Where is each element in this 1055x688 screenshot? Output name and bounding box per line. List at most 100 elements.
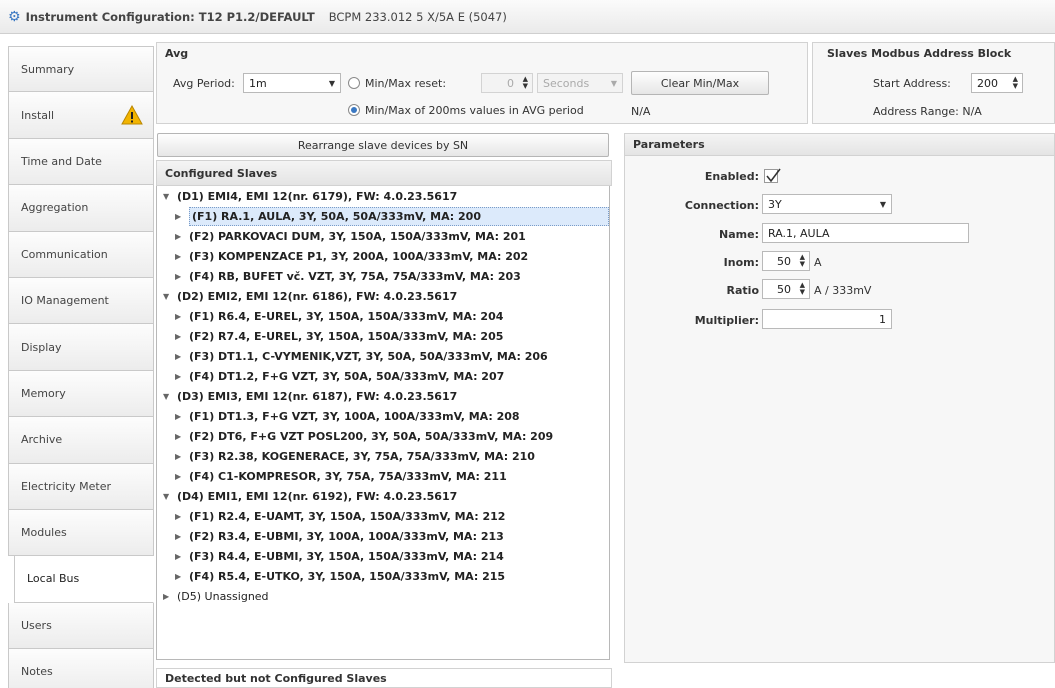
sidebar-item-summary[interactable]: Summary [8, 46, 154, 93]
enabled-label: Enabled: [704, 170, 759, 183]
tree-slave-row[interactable]: (F1) RA.1, AULA, 3Y, 50A, 50A/333mV, MA:… [189, 207, 609, 226]
chevron-down-icon[interactable]: ▼ [163, 292, 169, 301]
chevron-down-icon[interactable]: ▼ [163, 192, 169, 201]
sidebar-item-label: Display [21, 340, 62, 354]
ratio-stepper[interactable]: 50 ▲ ▼ [762, 279, 810, 299]
parameters-title: Parameters [625, 134, 1054, 156]
reset-value-stepper[interactable]: 0 ▲ ▼ [481, 73, 533, 93]
chevron-right-icon[interactable]: ▶ [175, 352, 181, 361]
rearrange-button[interactable]: Rearrange slave devices by SN [157, 133, 609, 157]
sidebar-item-display[interactable]: Display [8, 324, 154, 371]
name-value: RA.1, AULA [768, 226, 830, 240]
chevron-right-icon[interactable]: ▶ [175, 312, 181, 321]
tree-slave-row[interactable]: (F2) DT6, F+G VZT POSL200, 3Y, 50A, 50A/… [189, 427, 553, 446]
address-block-title: Slaves Modbus Address Block [827, 47, 1012, 60]
sidebar-item-aggregation[interactable]: Aggregation [8, 185, 154, 232]
avg-period-value: 1m [249, 76, 267, 90]
chevron-down-icon[interactable]: ▼ [163, 492, 169, 501]
chevron-down-icon[interactable]: ▼ [163, 392, 169, 401]
stepper-arrows-icon: ▲ ▼ [799, 253, 805, 268]
stepper-arrows-icon: ▲ ▼ [1012, 75, 1018, 90]
sidebar-item-time-and-date[interactable]: Time and Date [8, 138, 154, 186]
chevron-right-icon[interactable]: ▶ [175, 432, 181, 441]
sidebar-item-archive[interactable]: Archive [8, 417, 154, 464]
sidebar-item-label: Memory [21, 386, 66, 400]
avg-period-label: Avg Period: [173, 77, 235, 90]
tree-slave-row[interactable]: (F4) C1-KOMPRESOR, 3Y, 75A, 75A/333mV, M… [189, 467, 507, 486]
tree-device-row[interactable]: (D4) EMI1, EMI 12(nr. 6192), FW: 4.0.23.… [177, 487, 457, 506]
inom-stepper[interactable]: 50 ▲ ▼ [762, 251, 810, 271]
chevron-down-icon: ▼ [879, 199, 886, 209]
connection-label: Connection: [684, 199, 759, 212]
enabled-checkbox[interactable] [764, 168, 781, 183]
chevron-right-icon[interactable]: ▶ [175, 332, 181, 341]
tree-slave-row[interactable]: (F2) PARKOVACI DUM, 3Y, 150A, 150A/333mV… [189, 227, 526, 246]
chevron-right-icon[interactable]: ▶ [175, 512, 181, 521]
chevron-right-icon[interactable]: ▶ [175, 552, 181, 561]
chevron-right-icon[interactable]: ▶ [175, 532, 181, 541]
tree-device-row[interactable]: (D1) EMI4, EMI 12(nr. 6179), FW: 4.0.23.… [177, 187, 457, 206]
tree-slave-row[interactable]: (F3) DT1.1, C-VYMENIK,VZT, 3Y, 50A, 50A/… [189, 347, 548, 366]
chevron-right-icon[interactable]: ▶ [175, 572, 181, 581]
sidebar-item-users[interactable]: Users [8, 602, 154, 650]
tree-slave-row[interactable]: (F3) KOMPENZACE P1, 3Y, 200A, 100A/333mV… [189, 247, 528, 266]
multiplier-input[interactable]: 1 [762, 309, 892, 329]
chevron-right-icon[interactable]: ▶ [175, 372, 181, 381]
tree-slave-row[interactable]: (F2) R3.4, E-UBMI, 3Y, 100A, 100A/333mV,… [189, 527, 504, 546]
slaves-tree[interactable]: ▼ (D1) EMI4, EMI 12(nr. 6179), FW: 4.0.23… [156, 186, 610, 660]
avg-period-select[interactable]: 1m ▼ [243, 73, 341, 93]
chevron-right-icon[interactable]: ▶ [163, 592, 169, 601]
tree-device-row[interactable]: (D5) Unassigned [177, 587, 269, 606]
tree-slave-row[interactable]: (F1) DT1.3, F+G VZT, 3Y, 100A, 100A/333m… [189, 407, 520, 426]
chevron-right-icon[interactable]: ▶ [175, 412, 181, 421]
sidebar-item-label: Notes [21, 665, 53, 679]
connection-select[interactable]: 3Y ▼ [762, 194, 892, 214]
tree-slave-row[interactable]: (F4) R5.4, E-UTKO, 3Y, 150A, 150A/333mV,… [189, 567, 505, 586]
tree-slave-row[interactable]: (F4) DT1.2, F+G VZT, 3Y, 50A, 50A/333mV,… [189, 367, 504, 386]
window-title: Instrument Configuration: T12 P1.2/DEFAU… [25, 9, 315, 24]
sidebar-item-local-bus[interactable]: Local Bus [14, 556, 154, 603]
sidebar-item-electricity-meter[interactable]: Electricity Meter [8, 463, 154, 510]
sidebar-item-notes[interactable]: Notes [8, 649, 154, 688]
detected-slaves-title: Detected but not Configured Slaves [156, 668, 612, 688]
chevron-right-icon[interactable]: ▶ [175, 212, 181, 221]
chevron-right-icon[interactable]: ▶ [175, 252, 181, 261]
sidebar-item-io-management[interactable]: IO Management [8, 277, 154, 325]
chevron-down-icon: ▼ [610, 78, 617, 88]
tree-device-row[interactable]: (D2) EMI2, EMI 12(nr. 6186), FW: 4.0.23.… [177, 287, 457, 306]
ratio-label: Ratio [726, 284, 759, 297]
tree-slave-row[interactable]: (F4) RB, BUFET vč. VZT, 3Y, 75A, 75A/333… [189, 267, 521, 286]
minmax-reset-label: Min/Max reset: [365, 77, 447, 90]
start-address-stepper[interactable]: 200 ▲ ▼ [971, 73, 1023, 93]
name-label: Name: [719, 228, 759, 241]
address-block-panel: Slaves Modbus Address Block Start Addres… [812, 42, 1055, 124]
ratio-unit: A / 333mV [814, 284, 872, 297]
checkmark-icon [766, 168, 781, 183]
sidebar-item-communication[interactable]: Communication [8, 231, 154, 278]
chevron-right-icon[interactable]: ▶ [175, 232, 181, 241]
tree-slave-row[interactable]: (F1) R6.4, E-UREL, 3Y, 150A, 150A/333mV,… [189, 307, 503, 326]
tree-slave-row[interactable]: (F1) R2.4, E-UAMT, 3Y, 150A, 150A/333mV,… [189, 507, 505, 526]
chevron-right-icon[interactable]: ▶ [175, 472, 181, 481]
chevron-right-icon[interactable]: ▶ [175, 272, 181, 281]
reset-unit-select[interactable]: Seconds ▼ [537, 73, 623, 93]
warning-icon [121, 105, 143, 125]
tree-slave-row[interactable]: (F3) R2.38, KOGENERACE, 3Y, 75A, 75A/333… [189, 447, 535, 466]
sidebar-item-label: Time and Date [21, 154, 102, 168]
tree-device-row[interactable]: (D3) EMI3, EMI 12(nr. 6187), FW: 4.0.23.… [177, 387, 457, 406]
clear-minmax-button[interactable]: Clear Min/Max [631, 71, 769, 95]
configured-slaves-title: Configured Slaves [156, 160, 612, 186]
multiplier-value: 1 [879, 312, 886, 326]
sidebar-item-modules[interactable]: Modules [8, 509, 154, 557]
sidebar-item-label: IO Management [21, 294, 109, 308]
tree-slave-row[interactable]: (F3) R4.4, E-UBMI, 3Y, 150A, 150A/333mV,… [189, 547, 504, 566]
inom-label: Inom: [723, 256, 759, 269]
sidebar-item-memory[interactable]: Memory [8, 370, 154, 418]
inom-value: 50 [777, 254, 791, 268]
minmax-200ms-radio[interactable] [348, 104, 360, 116]
minmax-reset-radio[interactable] [348, 77, 360, 89]
chevron-right-icon[interactable]: ▶ [175, 452, 181, 461]
sidebar-item-install[interactable]: Install [8, 92, 154, 139]
name-input[interactable]: RA.1, AULA [762, 223, 969, 243]
tree-slave-row[interactable]: (F2) R7.4, E-UREL, 3Y, 150A, 150A/333mV,… [189, 327, 503, 346]
